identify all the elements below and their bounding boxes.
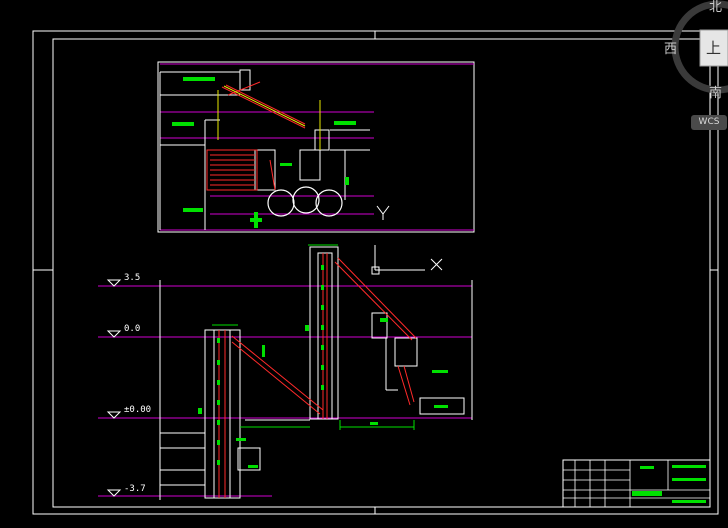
elevation-view bbox=[98, 244, 473, 500]
elevation-label-4: -3.7 bbox=[124, 484, 146, 494]
drawing-canvas[interactable] bbox=[0, 0, 728, 528]
title-block bbox=[562, 459, 711, 508]
elevation-label-1: 3.5 bbox=[124, 273, 141, 283]
viewcube-north-label[interactable]: 北 bbox=[709, 0, 722, 15]
viewcube-south-label[interactable]: 南 bbox=[709, 82, 722, 101]
wcs-menu-button[interactable]: WCS bbox=[691, 115, 727, 130]
ucs-icon bbox=[371, 245, 443, 275]
plan-view bbox=[157, 61, 475, 233]
viewcube-west-label[interactable]: 西 bbox=[664, 38, 677, 57]
viewcube-top-face[interactable]: 上 bbox=[706, 37, 721, 58]
elevation-label-3: ±0.00 bbox=[124, 405, 152, 415]
elevation-label-2: 0.0 bbox=[124, 324, 141, 334]
inner-frame bbox=[52, 38, 711, 508]
